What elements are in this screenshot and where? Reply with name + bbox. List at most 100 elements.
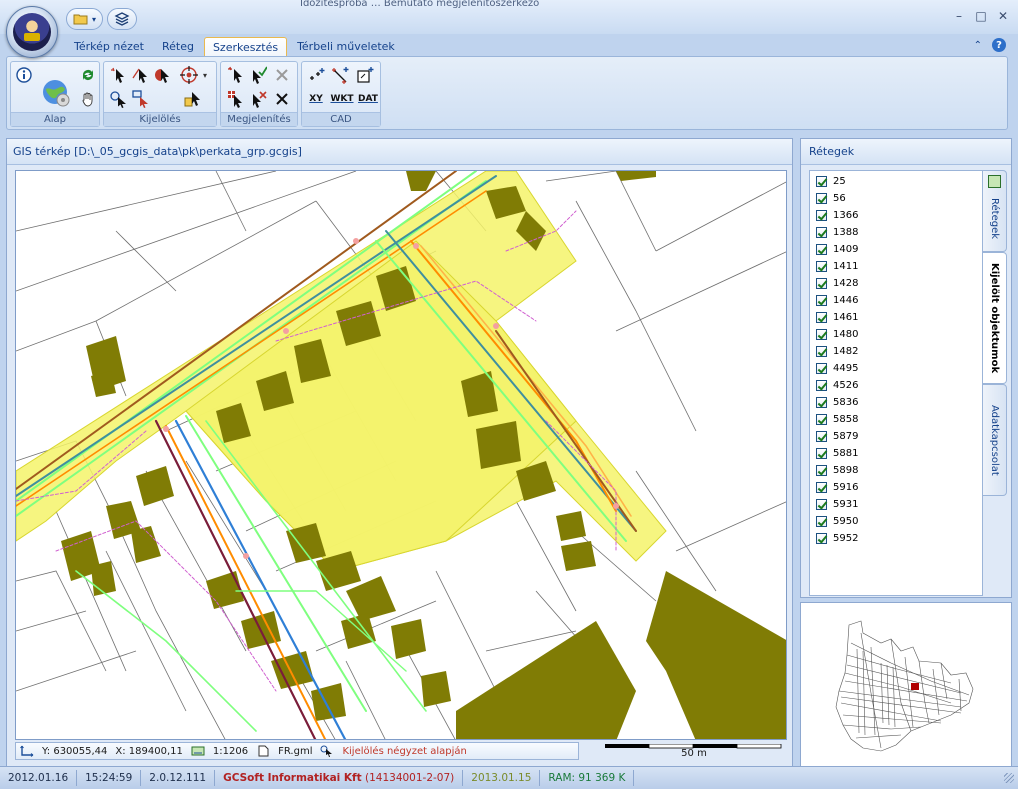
select-point-button[interactable] bbox=[110, 66, 128, 84]
layer-item[interactable]: 5881 bbox=[816, 445, 976, 462]
layer-checkbox[interactable] bbox=[816, 448, 827, 459]
layer-checkbox[interactable] bbox=[816, 380, 827, 391]
layer-checkbox[interactable] bbox=[816, 414, 827, 425]
map-scale[interactable]: 1:1206 bbox=[213, 746, 248, 757]
layer-item[interactable]: 1428 bbox=[816, 275, 976, 292]
company-name: GCSoft Informatikai Kft bbox=[223, 772, 362, 784]
overview-map[interactable] bbox=[800, 602, 1012, 768]
layers-quick-button[interactable] bbox=[107, 8, 138, 30]
layer-item[interactable]: 5898 bbox=[816, 462, 976, 479]
collapse-ribbon-icon[interactable]: ⌃ bbox=[974, 40, 982, 51]
close-icon bbox=[276, 93, 288, 105]
layer-item[interactable]: 5952 bbox=[816, 530, 976, 547]
globe-button[interactable] bbox=[39, 76, 73, 110]
tab-layer[interactable]: Réteg bbox=[154, 37, 202, 57]
layer-item[interactable]: 1366 bbox=[816, 207, 976, 224]
layer-item[interactable]: 56 bbox=[816, 190, 976, 207]
layer-checkbox[interactable] bbox=[816, 244, 827, 255]
refresh-button[interactable] bbox=[79, 66, 97, 84]
remove-from-selection-button[interactable] bbox=[249, 90, 267, 108]
flash-selection-button[interactable] bbox=[227, 90, 245, 108]
select-circle-button[interactable] bbox=[110, 90, 128, 108]
application-menu-button[interactable] bbox=[6, 6, 58, 58]
side-tabs: Rétegek Kijelölt objektumok Adatkapcsola… bbox=[983, 170, 1009, 596]
active-file: FR.gml bbox=[278, 745, 313, 757]
layer-label: 4526 bbox=[833, 380, 859, 391]
tab-edit[interactable]: Szerkesztés bbox=[203, 37, 288, 57]
layer-checkbox[interactable] bbox=[816, 516, 827, 527]
map-canvas[interactable] bbox=[15, 170, 787, 740]
xy-import-button[interactable]: XY bbox=[304, 90, 328, 108]
layer-checkbox[interactable] bbox=[816, 312, 827, 323]
layer-checkbox[interactable] bbox=[816, 227, 827, 238]
layer-item[interactable]: 5950 bbox=[816, 513, 976, 530]
highlight-all-button[interactable] bbox=[227, 66, 245, 84]
open-button[interactable]: ▾ bbox=[66, 8, 104, 30]
layer-checkbox[interactable] bbox=[816, 176, 827, 187]
dat-import-button[interactable]: DAT bbox=[356, 90, 380, 108]
layer-checkbox[interactable] bbox=[816, 499, 827, 510]
layer-item[interactable]: 4495 bbox=[816, 360, 976, 377]
select-radius-dropdown[interactable]: ▾ bbox=[200, 66, 210, 84]
help-icon[interactable]: ? bbox=[992, 38, 1006, 52]
highlight-ok-button[interactable] bbox=[249, 66, 267, 84]
layer-item[interactable]: 5858 bbox=[816, 411, 976, 428]
select-radius-button[interactable] bbox=[180, 66, 198, 84]
clear-selection-button[interactable] bbox=[273, 90, 291, 108]
layer-checkbox[interactable] bbox=[816, 278, 827, 289]
layer-checkbox[interactable] bbox=[816, 346, 827, 357]
select-rectangle-button[interactable] bbox=[132, 90, 150, 108]
layer-checkbox[interactable] bbox=[816, 210, 827, 221]
layer-item[interactable]: 1482 bbox=[816, 343, 976, 360]
layer-item[interactable]: 1409 bbox=[816, 241, 976, 258]
layer-checkbox[interactable] bbox=[816, 482, 827, 493]
select-by-attribute-button[interactable] bbox=[184, 90, 202, 108]
layer-item[interactable]: 5931 bbox=[816, 496, 976, 513]
pan-button[interactable] bbox=[79, 90, 97, 108]
layer-item[interactable]: 5836 bbox=[816, 394, 976, 411]
wkt-import-button[interactable]: WKT bbox=[330, 90, 354, 108]
layer-checkbox[interactable] bbox=[816, 329, 827, 340]
layer-checkbox[interactable] bbox=[816, 465, 827, 476]
clear-highlight-button[interactable] bbox=[273, 66, 291, 84]
status-bar: 2012.01.16 15:24:59 2.0.12.111 GCSoft In… bbox=[0, 766, 1018, 789]
tab-layers[interactable]: Rétegek bbox=[983, 170, 1007, 252]
add-polygon-button[interactable] bbox=[356, 66, 374, 84]
ribbon-tabs: Térkép nézet Réteg Szerkesztés Térbeli m… bbox=[66, 37, 403, 57]
close-button[interactable]: ✕ bbox=[996, 9, 1010, 23]
layer-item[interactable]: 1388 bbox=[816, 224, 976, 241]
ribbon-group-selection-label: Kijelölés bbox=[104, 112, 216, 126]
ribbon-group-basic-label: Alap bbox=[11, 112, 99, 126]
layer-checkbox[interactable] bbox=[816, 533, 827, 544]
layer-item[interactable]: 5916 bbox=[816, 479, 976, 496]
layer-checkbox[interactable] bbox=[816, 431, 827, 442]
layer-item[interactable]: 4526 bbox=[816, 377, 976, 394]
layer-checkbox[interactable] bbox=[816, 295, 827, 306]
select-line-button[interactable] bbox=[132, 66, 150, 84]
layer-item[interactable]: 1480 bbox=[816, 326, 976, 343]
layer-item[interactable]: 1411 bbox=[816, 258, 976, 275]
cursor-rectangle-icon bbox=[132, 90, 148, 108]
layer-checkbox[interactable] bbox=[816, 193, 827, 204]
tab-data-connection[interactable]: Adatkapcsolat bbox=[983, 384, 1007, 496]
add-line-button[interactable] bbox=[332, 66, 350, 84]
resize-grip-icon[interactable] bbox=[1004, 773, 1014, 783]
tab-spatial-operations[interactable]: Térbeli műveletek bbox=[289, 37, 403, 57]
layer-checkbox[interactable] bbox=[816, 397, 827, 408]
tab-selected-objects[interactable]: Kijelölt objektumok bbox=[983, 252, 1007, 384]
tab-selected-objects-label: Kijelölt objektumok bbox=[989, 262, 1000, 374]
layer-item[interactable]: 25 bbox=[816, 173, 976, 190]
map-panel: GIS térkép [D:\_05_gcgis_data\pk\perkata… bbox=[6, 138, 793, 768]
add-points-button[interactable] bbox=[308, 66, 326, 84]
info-button[interactable] bbox=[15, 66, 33, 84]
maximize-button[interactable]: □ bbox=[974, 9, 988, 23]
layer-checkbox[interactable] bbox=[816, 261, 827, 272]
minimize-button[interactable]: – bbox=[952, 9, 966, 23]
tab-map-view[interactable]: Térkép nézet bbox=[66, 37, 152, 57]
layer-checkbox[interactable] bbox=[816, 363, 827, 374]
layer-item[interactable]: 5879 bbox=[816, 428, 976, 445]
status-license-date: 2013.01.15 bbox=[463, 770, 541, 786]
select-polygon-button[interactable] bbox=[154, 66, 172, 84]
layer-item[interactable]: 1461 bbox=[816, 309, 976, 326]
layer-item[interactable]: 1446 bbox=[816, 292, 976, 309]
